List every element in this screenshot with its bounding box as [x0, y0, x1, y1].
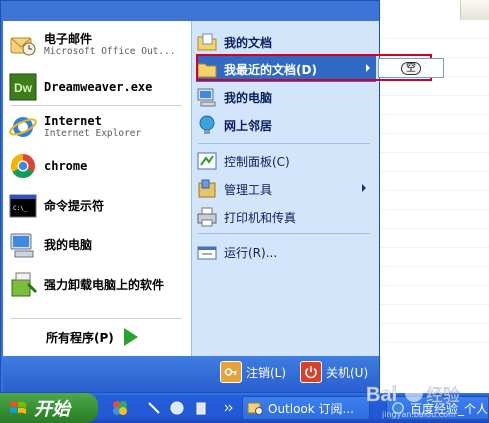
- start-button[interactable]: 开始: [0, 393, 98, 423]
- quicklaunch-more-icon[interactable]: [220, 399, 238, 417]
- admin-tools-icon: [196, 178, 218, 200]
- recent-item-sublabel: Internet Explorer: [44, 127, 142, 139]
- all-programs-separator: [10, 318, 182, 319]
- quicklaunch-ie-icon[interactable]: [168, 399, 186, 417]
- right-separator: [198, 143, 370, 144]
- my-documents-item[interactable]: 我的文档: [196, 29, 372, 55]
- outlook-icon: [247, 402, 263, 415]
- taskbar-task-outlook[interactable]: Outlook 订阅...: [242, 396, 370, 420]
- outlook-icon: [8, 30, 38, 60]
- uninstall-icon: [8, 270, 38, 300]
- control-panel-icon: [196, 150, 218, 172]
- internet-explorer-icon: [8, 112, 38, 142]
- recent-item-label: 我的电脑: [44, 237, 93, 252]
- play-arrow-icon: [123, 328, 138, 346]
- recent-item-label: chrome: [44, 158, 88, 173]
- all-programs-button[interactable]: 所有程序(P): [46, 328, 138, 346]
- printers-item[interactable]: 打印机和传真: [196, 204, 372, 230]
- network-places-item[interactable]: 网上邻居: [196, 112, 372, 138]
- logoff-label: 注销(L): [246, 365, 287, 380]
- recent-item-label: 强力卸载电脑上的软件: [44, 277, 165, 292]
- pinned-item-label: Dreamweaver.exe: [44, 79, 153, 94]
- recent-item-internet[interactable]: Internet Internet Explorer: [8, 112, 141, 142]
- recent-item-uninstall[interactable]: 强力卸载电脑上的软件: [8, 270, 164, 300]
- my-computer-label: 我的电脑: [224, 90, 273, 105]
- documents-folder-icon: [196, 31, 218, 53]
- network-globe-icon: [196, 114, 218, 136]
- run-icon: [196, 241, 218, 263]
- shutdown-button[interactable]: 关机(U): [300, 361, 368, 383]
- recent-item-chrome[interactable]: chrome: [8, 151, 87, 181]
- pinned-item-label: 电子邮件: [44, 31, 93, 46]
- dreamweaver-icon: Dw: [8, 72, 38, 102]
- recent-item-my-computer[interactable]: 我的电脑: [8, 230, 92, 260]
- computer-icon: [8, 230, 38, 260]
- recent-item-label: 命令提示符: [44, 198, 105, 213]
- power-icon: [300, 361, 322, 383]
- start-label: 开始: [34, 399, 70, 420]
- task-label: 百度经验_个人: [409, 401, 488, 416]
- recent-item-command-prompt[interactable]: C:\_ 命令提示符: [8, 191, 104, 221]
- svg-text:Dw: Dw: [14, 81, 33, 95]
- recent-item-label: Internet: [44, 113, 102, 128]
- logoff-button[interactable]: 注销(L): [220, 361, 286, 383]
- submenu-arrow-icon: [362, 184, 366, 192]
- pinned-item-dreamweaver[interactable]: Dw Dreamweaver.exe: [8, 72, 152, 102]
- printer-icon: [196, 206, 218, 228]
- my-documents-label: 我的文档: [224, 35, 273, 50]
- computer-icon: [196, 86, 218, 108]
- admin-tools-item[interactable]: 管理工具: [196, 176, 372, 202]
- admin-tools-label: 管理工具: [224, 182, 273, 197]
- network-places-label: 网上邻居: [224, 118, 273, 133]
- windows-flag-icon: [10, 401, 26, 414]
- key-icon: [220, 361, 242, 383]
- shutdown-label: 关机(U): [326, 365, 369, 380]
- run-label: 运行(R)...: [224, 245, 278, 260]
- printers-label: 打印机和传真: [224, 210, 297, 225]
- svg-text:C:\_: C:\_: [13, 205, 28, 212]
- quicklaunch-app-icon[interactable]: [111, 399, 129, 417]
- recent-documents-submenu[interactable]: 空: [378, 58, 444, 78]
- browser-icon: [392, 402, 404, 414]
- control-panel-item[interactable]: 控制面板(C): [196, 148, 372, 174]
- my-computer-item[interactable]: 我的电脑: [196, 84, 372, 110]
- chrome-icon: [8, 151, 38, 181]
- all-programs-label: 所有程序(P): [46, 330, 114, 345]
- right-separator: [198, 233, 370, 234]
- run-item[interactable]: 运行(R)...: [196, 239, 372, 265]
- pinned-item-email[interactable]: 电子邮件 Microsoft Office Out...: [8, 30, 176, 60]
- quicklaunch-pen-icon[interactable]: [145, 399, 163, 417]
- quicklaunch-trash-icon[interactable]: [192, 399, 210, 417]
- pinned-item-sublabel: Microsoft Office Out...: [44, 45, 176, 57]
- background-window-scrollbar[interactable]: [460, 0, 489, 20]
- taskbar-task-baidu[interactable]: 百度经验_个人: [386, 396, 489, 420]
- submenu-empty-item: 空: [401, 61, 421, 75]
- command-prompt-icon: C:\_: [8, 191, 38, 221]
- pinned-separator: [10, 105, 182, 106]
- task-label: Outlook 订阅...: [268, 401, 354, 416]
- control-panel-label: 控制面板(C): [224, 154, 290, 169]
